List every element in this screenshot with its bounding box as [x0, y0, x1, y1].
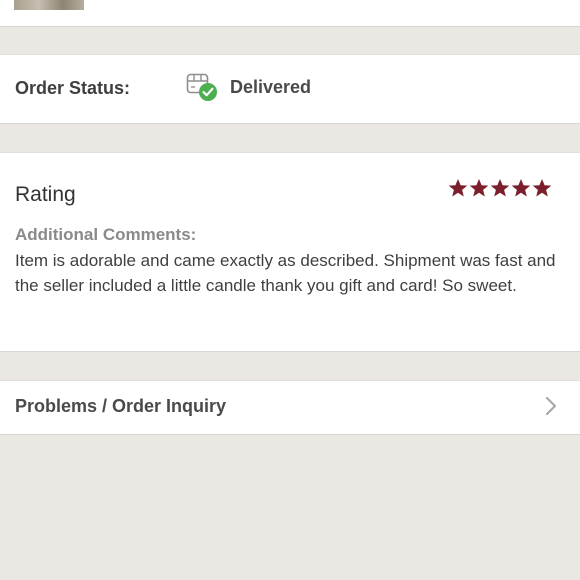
star-icon [532, 179, 552, 197]
chevron-right-icon[interactable] [544, 396, 558, 416]
star-icon [448, 179, 468, 197]
order-inquiry-label[interactable]: Problems / Order Inquiry [15, 396, 226, 417]
item-thumbnail[interactable] [14, 0, 84, 10]
package-delivered-icon [186, 72, 218, 102]
rating-title: Rating [15, 183, 76, 206]
order-status-value: Delivered [230, 77, 312, 97]
order-status-label: Order Status: [15, 78, 131, 98]
star-icon [511, 179, 531, 197]
star-icon [490, 179, 510, 197]
additional-comments-label: Additional Comments: [15, 225, 197, 244]
star-rating [448, 178, 552, 198]
star-icon [469, 179, 489, 197]
item-header-strip [0, 0, 580, 27]
additional-comments-text: Item is adorable and came exactly as des… [15, 251, 556, 295]
